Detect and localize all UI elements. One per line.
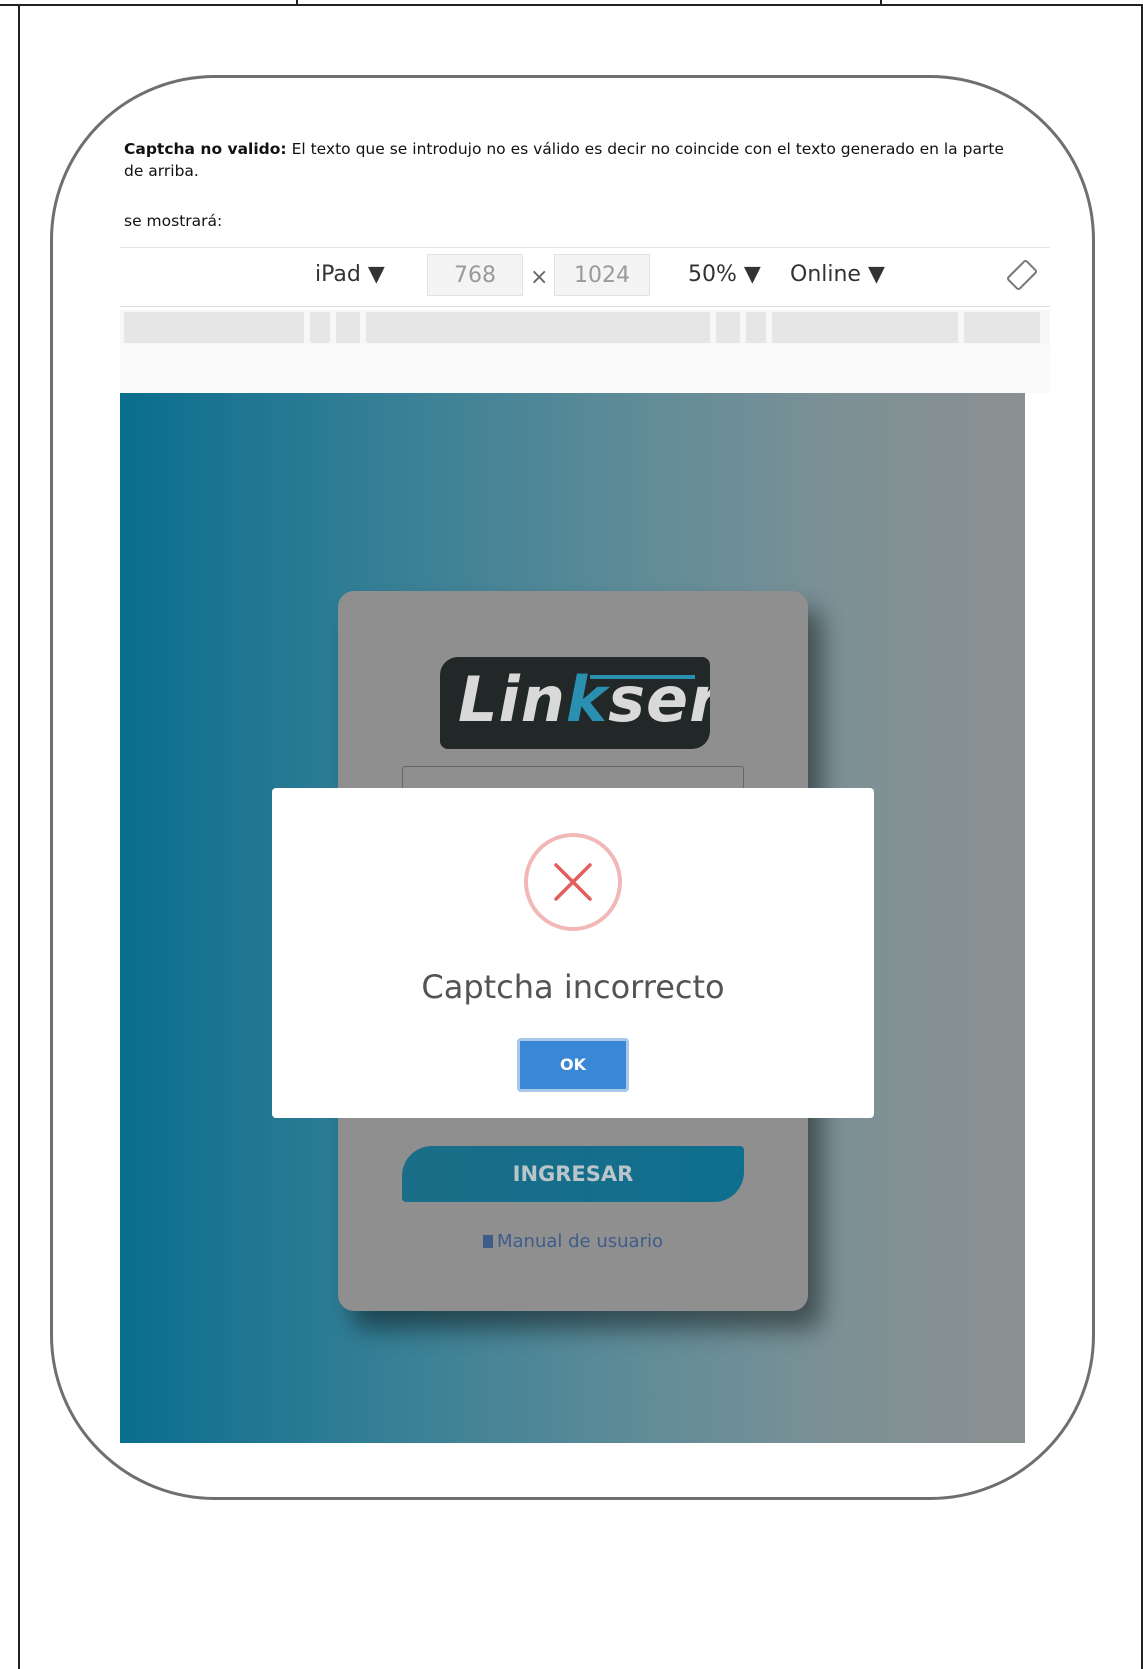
zoom-select[interactable]: 50% ▼ [688, 262, 761, 287]
captcha-description: Captcha no valido: El texto que se intro… [124, 138, 1004, 182]
error-x-icon [524, 833, 622, 931]
height-input[interactable]: 1024 [554, 254, 650, 296]
table-border-left [18, 4, 20, 1669]
table-col-divider-1 [296, 0, 298, 6]
viewport-gap [120, 345, 1050, 393]
table-border-top [0, 4, 1143, 6]
rotate-icon[interactable] [1005, 258, 1039, 292]
shown-label: se mostrará: [124, 212, 223, 230]
manual-link[interactable]: Manual de usuario [338, 1231, 808, 1252]
document-icon [483, 1235, 493, 1248]
error-modal: Captcha incorrecto OK [272, 788, 874, 1118]
device-select[interactable]: iPad ▼ [315, 262, 385, 287]
manual-link-label: Manual de usuario [497, 1231, 663, 1252]
captcha-description-bold: Captcha no valido: [124, 140, 287, 158]
width-input[interactable]: 768 [427, 254, 523, 296]
linkser-logo: Linkser [440, 657, 710, 749]
logo-text-suffix: ser [608, 663, 710, 736]
table-col-divider-2 [880, 0, 882, 6]
network-select[interactable]: Online ▼ [790, 262, 885, 287]
device-toolbar: iPad ▼ 768 × 1024 50% ▼ Online ▼ [120, 247, 1050, 307]
media-query-ruler [120, 310, 1050, 345]
emulated-viewport: Linkser INGRESAR Manual de usuario Captc… [120, 393, 1025, 1443]
logo-text-accent: k [565, 663, 609, 736]
modal-title: Captcha incorrecto [421, 968, 725, 1006]
ingresar-button[interactable]: INGRESAR [402, 1146, 744, 1202]
times-sign: × [530, 265, 549, 290]
ok-button[interactable]: OK [517, 1038, 629, 1092]
logo-text-prefix: Lin [458, 663, 566, 736]
